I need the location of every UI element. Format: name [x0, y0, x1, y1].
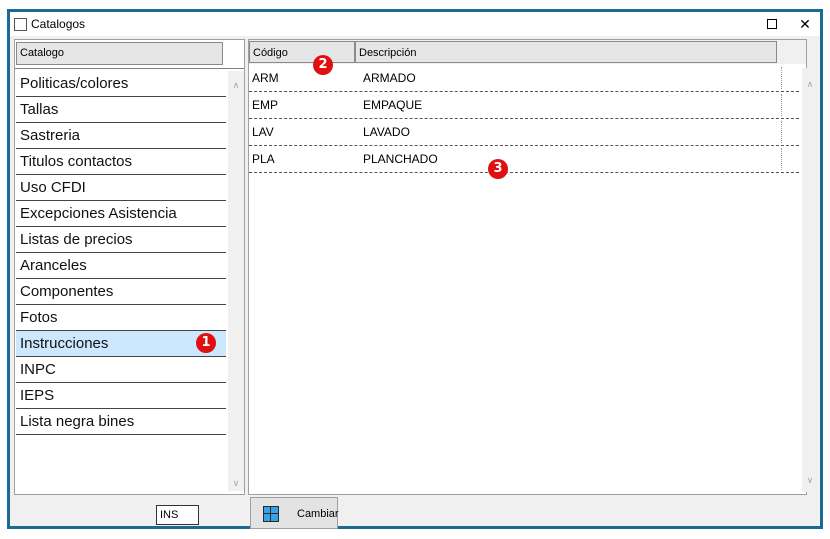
cell-divider	[781, 67, 782, 89]
table-row[interactable]: PLA PLANCHADO	[249, 146, 799, 173]
catalogos-window: Catalogos ✕ Catalogo Politicas/colores Ta…	[7, 9, 823, 529]
grid-header: Código Descripción	[249, 40, 806, 64]
grid-rows: ARM ARMADO EMP EMPAQUE LAV LAVADO PLA PLANCHADO	[249, 65, 799, 173]
callout-badge-3: 3	[488, 159, 508, 179]
callout-badge-1: 1	[196, 333, 216, 353]
title-bar: Catalogos ✕	[10, 12, 820, 36]
catalog-item[interactable]: Listas de precios	[16, 227, 226, 253]
catalog-item[interactable]: Excepciones Asistencia	[16, 201, 226, 227]
header-divider	[15, 68, 244, 69]
table-row[interactable]: EMP EMPAQUE	[249, 92, 799, 119]
catalog-item[interactable]: INPC	[16, 357, 226, 383]
cell-codigo: ARM	[252, 71, 279, 85]
catalog-item[interactable]: Tallas	[16, 97, 226, 123]
cell-codigo: PLA	[252, 152, 275, 166]
cambiar-button[interactable]: Cambiar	[250, 497, 339, 529]
cell-divider	[781, 121, 782, 143]
cell-descripcion: ARMADO	[363, 71, 416, 85]
catalog-item[interactable]: Politicas/colores	[16, 71, 226, 97]
cell-codigo: LAV	[252, 125, 274, 139]
catalog-item[interactable]: Fotos	[16, 305, 226, 331]
cell-codigo: EMP	[252, 98, 279, 112]
catalog-column-header[interactable]: Catalogo	[16, 42, 223, 65]
scroll-down-icon[interactable]: ∨	[802, 472, 818, 488]
window-title: Catalogos	[31, 17, 86, 31]
catalog-item[interactable]: Titulos contactos	[16, 149, 226, 175]
catalog-item[interactable]: Instrucciones	[16, 331, 226, 357]
records-grid: Código Descripción ARM ARMADO EMP EMPAQUE LA…	[248, 39, 818, 495]
catalog-item[interactable]: IEPS	[16, 383, 226, 409]
cell-divider	[781, 94, 782, 116]
column-header-codigo[interactable]: Código	[249, 41, 355, 63]
catalog-item[interactable]: Componentes	[16, 279, 226, 305]
scroll-up-icon[interactable]: ∧	[228, 77, 244, 93]
scroll-up-icon[interactable]: ∧	[802, 76, 818, 92]
catalog-item[interactable]: Uso CFDI	[16, 175, 226, 201]
maximize-button[interactable]	[762, 15, 782, 33]
cell-descripcion: EMPAQUE	[363, 98, 423, 112]
cell-divider	[781, 148, 782, 170]
cell-descripcion: LAVADO	[363, 125, 410, 139]
scroll-down-icon[interactable]: ∨	[228, 475, 244, 491]
catalog-list-panel: Catalogo Politicas/colores Tallas Sastreri…	[14, 39, 245, 495]
column-header-descripcion[interactable]: Descripción	[355, 41, 777, 63]
catalog-item[interactable]: Sastreria	[16, 123, 226, 149]
ins-indicator: INS	[156, 505, 199, 525]
catalog-list-scrollbar[interactable]: ∧ ∨	[228, 71, 244, 491]
grid-scrollbar[interactable]: ∧ ∨	[802, 68, 818, 492]
grid-edit-icon	[263, 506, 279, 522]
catalog-item[interactable]: Aranceles	[16, 253, 226, 279]
close-button[interactable]: ✕	[795, 15, 815, 33]
catalog-list: Politicas/colores Tallas Sastreria Titulos …	[16, 71, 226, 435]
window-icon	[14, 18, 27, 31]
catalog-item[interactable]: Lista negra bines	[16, 409, 226, 435]
callout-badge-2: 2	[313, 55, 333, 75]
cambiar-label: Cambiar	[297, 508, 339, 520]
cell-descripcion: PLANCHADO	[363, 152, 438, 166]
table-row[interactable]: LAV LAVADO	[249, 119, 799, 146]
